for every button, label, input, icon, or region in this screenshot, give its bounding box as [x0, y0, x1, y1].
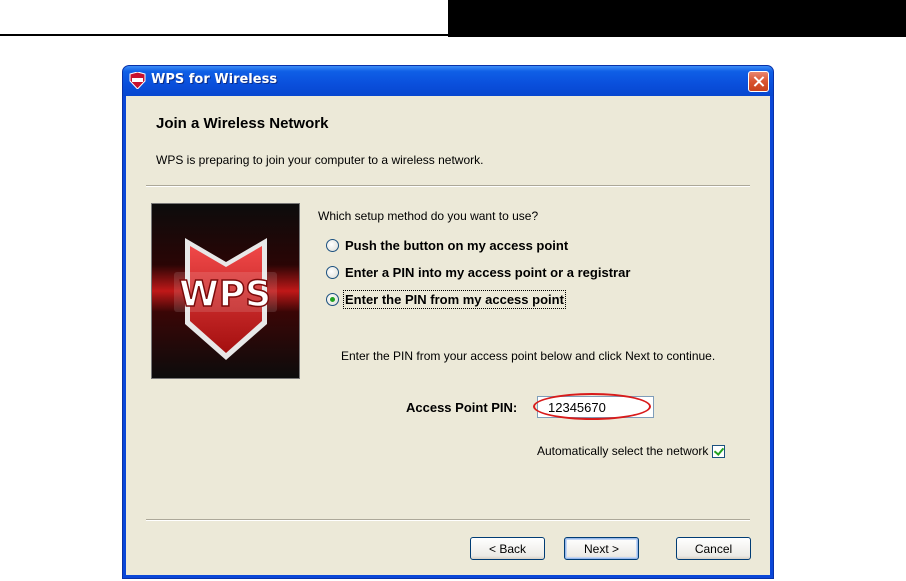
top-separator: [146, 185, 750, 187]
window-title: WPS for Wireless: [151, 72, 278, 87]
radio-enter-pin-from-ap[interactable]: Enter the PIN from my access point: [326, 289, 566, 309]
auto-select-row[interactable]: Automatically select the network: [537, 444, 726, 458]
title-bar[interactable]: WPS for Wireless: [123, 66, 773, 96]
next-button[interactable]: Next >: [564, 537, 639, 560]
wps-logo-graphic: WPS: [152, 204, 299, 378]
back-button[interactable]: < Back: [470, 537, 545, 560]
bottom-separator: [146, 519, 750, 521]
setup-question: Which setup method do you want to use?: [318, 209, 539, 223]
access-point-pin-input[interactable]: [537, 396, 654, 418]
radio-label-enter-pin-registrar[interactable]: Enter a PIN into my access point or a re…: [345, 265, 630, 280]
page-header-block: [448, 0, 906, 37]
cancel-button[interactable]: Cancel: [676, 537, 751, 560]
radio-circle-icon[interactable]: [326, 265, 339, 279]
wps-dialog-window: WPS for Wireless Join a Wireless Network…: [122, 65, 774, 579]
radio-label-enter-pin-from-ap[interactable]: Enter the PIN from my access point: [343, 289, 566, 309]
close-icon[interactable]: [748, 71, 769, 92]
page-heading: Join a Wireless Network: [156, 115, 329, 132]
radio-label-push-button[interactable]: Push the button on my access point: [345, 238, 568, 253]
auto-select-label[interactable]: Automatically select the network: [537, 444, 708, 458]
wps-logo-text: WPS: [179, 274, 271, 315]
radio-selected-icon[interactable]: [326, 292, 339, 306]
radio-enter-pin-registrar[interactable]: Enter a PIN into my access point or a re…: [326, 263, 630, 281]
radio-circle-icon[interactable]: [326, 238, 339, 252]
wps-logo-image: WPS: [151, 203, 300, 379]
dialog-client-area: Join a Wireless Network WPS is preparing…: [126, 96, 770, 575]
radio-push-button[interactable]: Push the button on my access point: [326, 236, 568, 254]
page-header-rule: [0, 34, 448, 36]
pin-field-label: Access Point PIN:: [406, 400, 518, 415]
wps-shield-icon: [129, 72, 146, 89]
page-subtitle: WPS is preparing to join your computer t…: [156, 153, 484, 167]
pin-instruction: Enter the PIN from your access point bel…: [341, 349, 716, 363]
auto-select-checkbox[interactable]: [712, 444, 726, 458]
